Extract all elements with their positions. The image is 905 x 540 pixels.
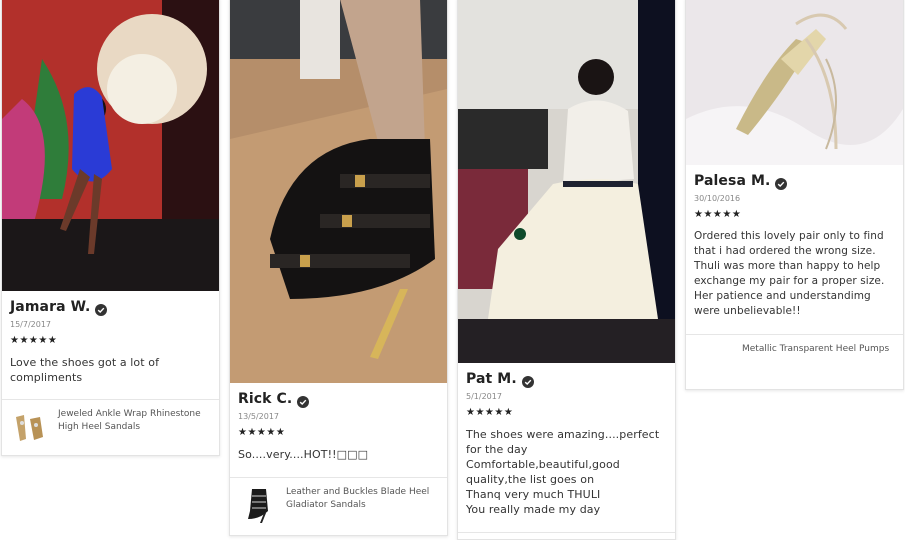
review-card[interactable]: Pat M. 5/1/2017 ★★★★★ The shoes were ama… [457, 0, 676, 540]
review-photo[interactable] [458, 0, 675, 363]
review-photo[interactable] [686, 0, 903, 165]
review-date: 13/5/2017 [238, 412, 280, 421]
product-name[interactable]: Leather and Buckles Blade Heel Gladiator… [286, 486, 447, 512]
verified-check-icon [297, 393, 310, 408]
product-name[interactable]: Jeweled Ankle Wrap Rhinestone High Heel … [58, 408, 219, 434]
star-rating: ★★★★★ [694, 209, 742, 220]
product-link[interactable]: Leather and Buckles Blade Heel Gladiator… [230, 477, 447, 535]
review-photo[interactable] [2, 0, 219, 291]
review-text: Love the shoes got a lot of compliments [10, 356, 160, 384]
product-link[interactable] [458, 532, 675, 539]
review-photo[interactable] [230, 0, 447, 383]
reviewer-name: Pat M. [466, 371, 517, 387]
review-text: The shoes were amazing....perfect for th… [466, 428, 660, 516]
verified-check-icon [95, 301, 108, 316]
product-link[interactable]: Metallic Transparent Heel Pumps [686, 334, 903, 389]
reviewer-name: Jamara W. [10, 299, 91, 315]
review-date: 15/7/2017 [10, 320, 52, 329]
review-date: 5/1/2017 [466, 392, 502, 401]
reviewer-name: Rick C. [238, 391, 293, 407]
review-date: 30/10/2016 [694, 194, 741, 203]
product-thumbnail[interactable] [10, 407, 50, 447]
verified-check-icon [521, 373, 534, 388]
verified-check-icon [775, 175, 788, 190]
review-card[interactable]: Rick C. 13/5/2017 ★★★★★ So....very....HO… [229, 0, 448, 536]
product-thumbnail[interactable] [238, 485, 278, 525]
star-rating: ★★★★★ [238, 427, 286, 438]
review-text: So....very....HOT!!□□□ [238, 448, 369, 461]
review-text: Ordered this lovely pair only to find th… [694, 230, 885, 317]
product-name[interactable]: Metallic Transparent Heel Pumps [742, 343, 897, 356]
review-card[interactable]: Palesa M. 30/10/2016 ★★★★★ Ordered this … [685, 0, 904, 390]
review-card[interactable]: Jamara W. 15/7/2017 ★★★★★ Love the shoes… [1, 0, 220, 456]
product-thumbnail[interactable] [694, 342, 734, 382]
star-rating: ★★★★★ [10, 335, 58, 346]
reviewer-name: Palesa M. [694, 173, 771, 189]
product-link[interactable]: Jeweled Ankle Wrap Rhinestone High Heel … [2, 399, 219, 455]
star-rating: ★★★★★ [466, 407, 514, 418]
